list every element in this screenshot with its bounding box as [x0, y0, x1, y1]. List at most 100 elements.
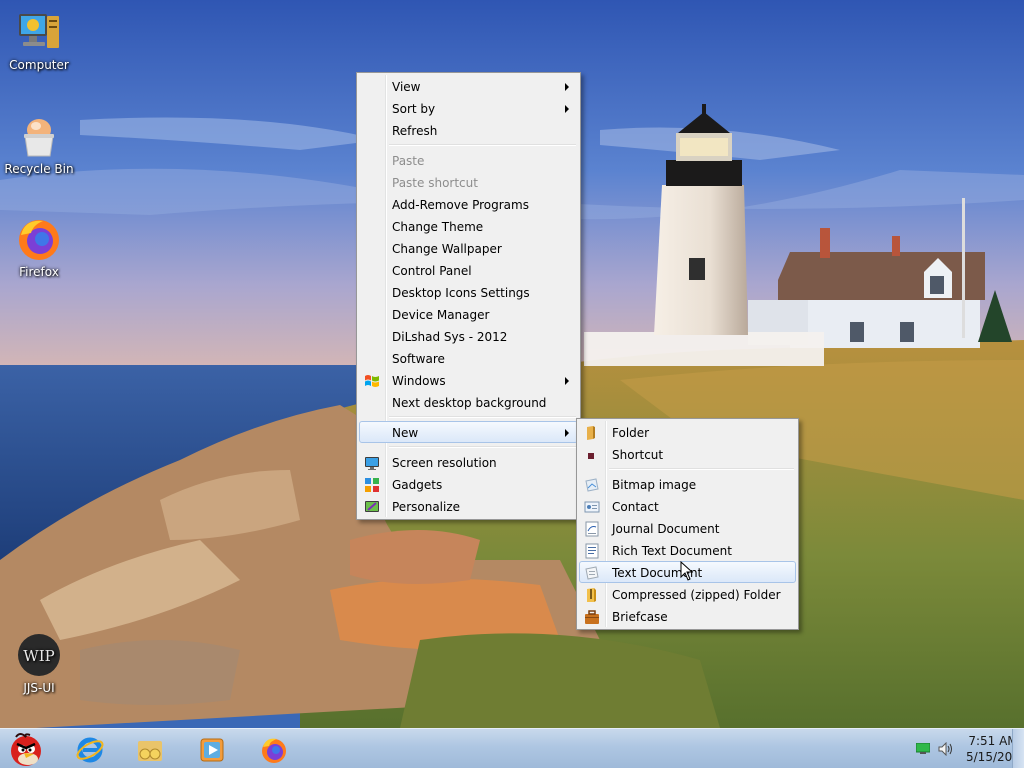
- menu-separator: [359, 443, 578, 451]
- menu-item-label: Gadgets: [392, 478, 443, 492]
- menu-item-paste-shortcut[interactable]: Paste shortcut: [359, 171, 578, 193]
- personalize-icon: [365, 501, 379, 512]
- menu-separator: [579, 465, 796, 473]
- menu-item-label: Journal Document: [612, 522, 720, 536]
- menu-item-label: View: [392, 80, 421, 94]
- menu-item-label: Paste shortcut: [392, 176, 478, 190]
- desktop-icon-label: Recycle Bin: [4, 162, 74, 176]
- new-item-journal-document[interactable]: Journal Document: [579, 517, 796, 539]
- contact-icon: [584, 501, 600, 513]
- rich-text-document-icon: [585, 543, 599, 559]
- menu-separator: [359, 413, 578, 421]
- new-item-contact[interactable]: Contact: [579, 495, 796, 517]
- menu-item-label: Rich Text Document: [612, 544, 732, 558]
- new-item-shortcut[interactable]: Shortcut: [579, 443, 796, 465]
- windows-flag-icon: [365, 375, 379, 387]
- menu-separator: [359, 141, 578, 149]
- firefox-icon: [262, 738, 286, 763]
- menu-item-label: Refresh: [392, 124, 438, 138]
- new-item-rich-text-document[interactable]: Rich Text Document: [579, 539, 796, 561]
- taskbar-internet-explorer[interactable]: [66, 731, 114, 767]
- desktop-icon-jjs-ui[interactable]: WIP JJS-UI: [1, 631, 77, 695]
- file-explorer-icon: [138, 741, 162, 761]
- gadgets-icon: [365, 478, 379, 492]
- new-item-folder[interactable]: Folder: [579, 421, 796, 443]
- new-item-bitmap-image[interactable]: Bitmap image: [579, 473, 796, 495]
- menu-item-change-theme[interactable]: Change Theme: [359, 215, 578, 237]
- mouse-cursor-icon: [680, 561, 694, 581]
- taskbar: 7:51 AM 5/15/2022: [0, 728, 1024, 768]
- menu-item-label: DiLshad Sys - 2012: [392, 330, 508, 344]
- zip-folder-icon: [587, 588, 596, 602]
- menu-item-screen-resolution[interactable]: Screen resolution: [359, 451, 578, 473]
- folder-icon: [587, 426, 595, 440]
- menu-item-label: Personalize: [392, 500, 461, 514]
- menu-item-label: Control Panel: [392, 264, 472, 278]
- show-desktop-button[interactable]: [1012, 729, 1024, 768]
- system-tray: 7:51 AM 5/15/2022: [874, 729, 1024, 768]
- submenu-arrow-icon: [565, 377, 569, 385]
- submenu-arrow-icon: [565, 429, 569, 437]
- recycle-bin-icon: [24, 119, 54, 157]
- menu-item-device-manager[interactable]: Device Manager: [359, 303, 578, 325]
- menu-item-label: Screen resolution: [392, 456, 497, 470]
- menu-item-label: New: [392, 426, 419, 440]
- menu-item-gadgets[interactable]: Gadgets: [359, 473, 578, 495]
- menu-item-label: Desktop Icons Settings: [392, 286, 530, 300]
- computer-icon: [19, 14, 59, 48]
- desktop-icon-firefox[interactable]: Firefox: [1, 215, 77, 279]
- menu-item-next-desktop-background[interactable]: Next desktop background: [359, 391, 578, 413]
- menu-item-label: Change Wallpaper: [392, 242, 502, 256]
- briefcase-icon: [585, 610, 599, 624]
- bitmap-image-icon: [585, 478, 599, 492]
- start-button[interactable]: [4, 729, 48, 768]
- menu-item-sort-by[interactable]: Sort by: [359, 97, 578, 119]
- menu-item-label: Sort by: [392, 102, 436, 116]
- menu-item-view[interactable]: View: [359, 75, 578, 97]
- menu-item-label: Software: [392, 352, 445, 366]
- text-document-icon: [585, 566, 599, 580]
- desktop-context-menu: View Sort by Refresh Paste Paste shortcu…: [356, 72, 581, 520]
- menu-item-paste[interactable]: Paste: [359, 149, 578, 171]
- firefox-icon: [19, 220, 59, 260]
- menu-item-software[interactable]: Software: [359, 347, 578, 369]
- journal-document-icon: [585, 521, 599, 537]
- volume-icon[interactable]: [938, 742, 954, 756]
- menu-item-dilshad-sys[interactable]: DiLshad Sys - 2012: [359, 325, 578, 347]
- menu-item-label: Briefcase: [612, 610, 668, 624]
- menu-item-label: Bitmap image: [612, 478, 697, 492]
- menu-item-add-remove-programs[interactable]: Add-Remove Programs: [359, 193, 578, 215]
- monitor-icon: [365, 457, 379, 470]
- desktop-icon-label: Firefox: [19, 265, 59, 279]
- taskbar-media-player[interactable]: [188, 731, 236, 767]
- menu-item-new[interactable]: New: [359, 421, 578, 443]
- menu-item-personalize[interactable]: Personalize: [359, 495, 578, 517]
- menu-item-label: Windows: [392, 374, 446, 388]
- menu-item-change-wallpaper[interactable]: Change Wallpaper: [359, 237, 578, 259]
- new-item-compressed-folder[interactable]: Compressed (zipped) Folder: [579, 583, 796, 605]
- jjs-ui-badge-text: WIP: [23, 647, 54, 665]
- network-icon[interactable]: [916, 743, 930, 754]
- internet-explorer-icon: [76, 737, 104, 763]
- menu-item-desktop-icons-settings[interactable]: Desktop Icons Settings: [359, 281, 578, 303]
- desktop-icon-label: JJS-UI: [23, 681, 55, 695]
- taskbar-firefox[interactable]: [250, 731, 298, 767]
- jjs-ui-icon: WIP: [18, 634, 60, 676]
- new-item-briefcase[interactable]: Briefcase: [579, 605, 796, 627]
- desktop-icon-recycle-bin[interactable]: Recycle Bin: [1, 112, 77, 176]
- menu-item-refresh[interactable]: Refresh: [359, 119, 578, 141]
- menu-item-label: Compressed (zipped) Folder: [612, 588, 781, 602]
- menu-item-control-panel[interactable]: Control Panel: [359, 259, 578, 281]
- menu-item-label: Shortcut: [612, 448, 664, 462]
- new-submenu: Folder Shortcut Bitmap image Contact Jou…: [576, 418, 799, 630]
- submenu-arrow-icon: [565, 83, 569, 91]
- menu-item-windows[interactable]: Windows: [359, 369, 578, 391]
- desktop-icon-label: Computer: [9, 58, 69, 72]
- menu-item-label: Next desktop background: [392, 396, 547, 410]
- angry-bird-start-icon: [11, 733, 41, 766]
- desktop-icon-computer[interactable]: Computer: [1, 8, 77, 72]
- taskbar-file-explorer[interactable]: [126, 731, 174, 767]
- menu-item-label: Change Theme: [392, 220, 484, 234]
- menu-item-label: Add-Remove Programs: [392, 198, 529, 212]
- menu-item-label: Paste: [392, 154, 425, 168]
